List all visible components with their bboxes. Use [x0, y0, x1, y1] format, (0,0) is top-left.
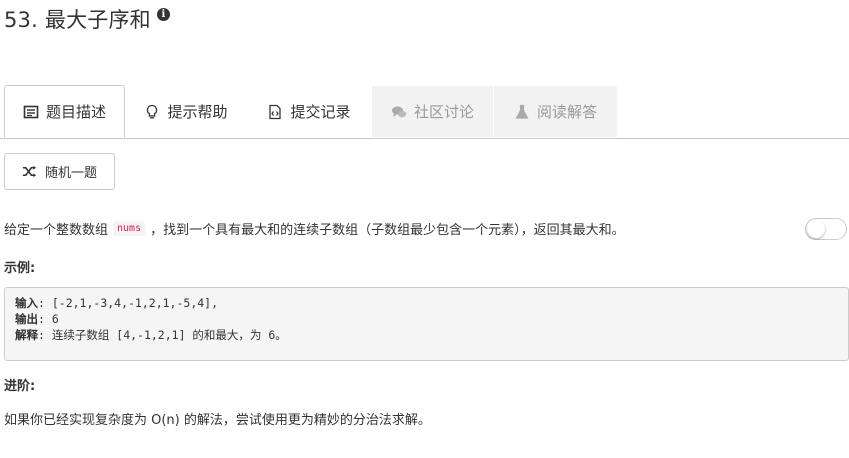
output-label: 输出	[15, 312, 38, 326]
example-block: 输入: [-2,1,-3,4,-1,2,1,-5,4], 输出: 6 解释: 连…	[4, 287, 849, 361]
tab-hints[interactable]: 提示帮助	[126, 86, 246, 137]
comments-icon	[391, 104, 407, 120]
description-icon	[23, 104, 39, 120]
code-file-icon	[267, 104, 283, 120]
description-text-after: ，找到一个具有最大和的连续子数组（子数组最少包含一个元素），返回其最大和。	[150, 223, 625, 238]
tab-discuss[interactable]: 社区讨论	[372, 86, 493, 137]
tab-label: 社区讨论	[413, 103, 474, 121]
description-text-before: 给定一个整数数组	[4, 223, 109, 238]
input-label: 输入	[15, 296, 38, 310]
example-heading: 示例:	[4, 261, 36, 276]
input-value: : [-2,1,-3,4,-1,2,1,-5,4],	[38, 296, 219, 310]
info-icon[interactable]: i	[156, 7, 170, 21]
followup-text: 如果你已经实现复杂度为 O(n) 的解法，尝试使用更为精妙的分治法求解。	[4, 413, 431, 428]
explain-label: 解释	[15, 328, 38, 342]
tab-description[interactable]: 题目描述	[4, 85, 125, 138]
tab-label: 提示帮助	[167, 103, 228, 121]
shuffle-icon	[22, 165, 37, 178]
page-title: 53. 最大子序和	[4, 8, 151, 32]
title-row: 53. 最大子序和 i	[4, 4, 170, 34]
random-button-label: 随机一题	[44, 166, 97, 181]
tab-bar: 题目描述 提示帮助 提交记录 社区讨论 阅读解答	[0, 85, 849, 139]
inline-code-nums: nums	[113, 221, 146, 236]
lightbulb-icon	[144, 104, 160, 120]
followup-heading: 进阶:	[4, 379, 36, 394]
toggle-knob	[807, 220, 825, 238]
tab-submissions[interactable]: 提交记录	[247, 86, 371, 137]
tab-label: 提交记录	[290, 103, 351, 121]
tab-solution[interactable]: 阅读解答	[494, 86, 617, 137]
output-value: : 6	[38, 312, 59, 326]
random-problem-button[interactable]: 随机一题	[4, 153, 115, 190]
tab-label: 题目描述	[45, 103, 106, 121]
problem-description: 给定一个整数数组 nums ，找到一个具有最大和的连续子数组（子数组最少包含一个…	[4, 219, 625, 238]
tab-label: 阅读解答	[536, 103, 597, 121]
toggle-switch[interactable]	[805, 218, 847, 240]
flask-icon	[514, 104, 530, 120]
explain-value: : 连续子数组 [4,-1,2,1] 的和最大，为 6。	[38, 328, 287, 342]
